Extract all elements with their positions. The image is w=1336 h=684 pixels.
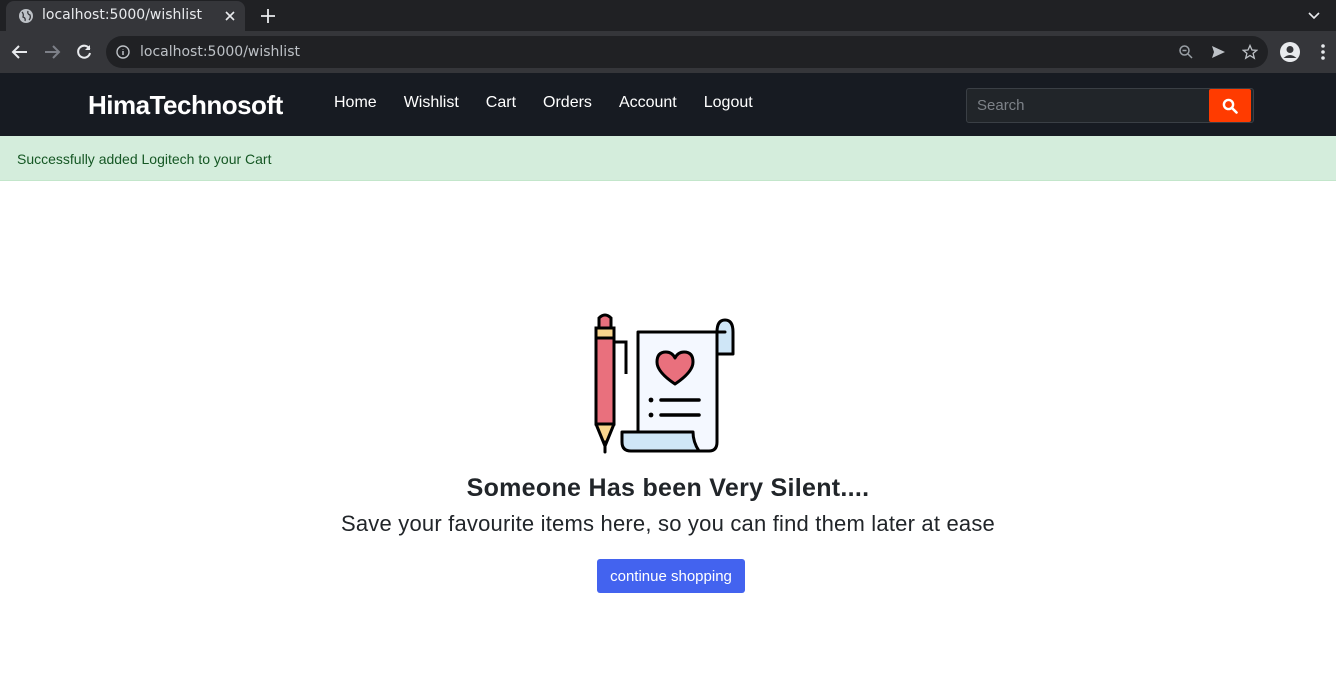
- search-icon: [1222, 98, 1238, 114]
- url-text[interactable]: localhost:5000/wishlist: [140, 44, 300, 60]
- send-icon[interactable]: [1210, 44, 1226, 60]
- more-menu-icon[interactable]: [1314, 42, 1332, 62]
- empty-heading: Someone Has been Very Silent....: [466, 474, 870, 502]
- info-icon[interactable]: [116, 45, 130, 59]
- success-alert: Successfully added Logitech to your Cart: [0, 136, 1336, 181]
- nav-link-cart[interactable]: Cart: [486, 94, 516, 112]
- nav-link-wishlist[interactable]: Wishlist: [404, 94, 459, 112]
- nav-link-logout[interactable]: Logout: [704, 94, 753, 112]
- new-tab-icon[interactable]: [258, 6, 278, 26]
- search-button[interactable]: [1209, 89, 1251, 122]
- nav-links: Home Wishlist Cart Orders Account Logout: [334, 94, 780, 112]
- nav-link-home[interactable]: Home: [334, 94, 377, 112]
- globe-icon: [19, 9, 33, 23]
- back-arrow-icon[interactable]: [10, 42, 30, 62]
- profile-avatar-icon[interactable]: [1279, 41, 1301, 63]
- wishlist-pen-scroll-heart-icon: [594, 313, 735, 454]
- address-bar[interactable]: localhost:5000/wishlist: [106, 36, 1268, 68]
- nav-link-account[interactable]: Account: [619, 94, 677, 112]
- tab-title: localhost:5000/wishlist: [42, 7, 202, 23]
- empty-subtext: Save your favourite items here, so you c…: [341, 511, 995, 536]
- continue-shopping-button[interactable]: continue shopping: [597, 559, 745, 593]
- forward-arrow-icon[interactable]: [42, 42, 62, 62]
- empty-wishlist: Someone Has been Very Silent.... Save yo…: [0, 181, 1336, 684]
- browser-tabbar: localhost:5000/wishlist: [0, 0, 1336, 31]
- browser-tab[interactable]: localhost:5000/wishlist: [6, 1, 245, 31]
- nav-link-orders[interactable]: Orders: [543, 94, 592, 112]
- reload-icon[interactable]: [74, 42, 94, 62]
- chevron-down-icon[interactable]: [1306, 8, 1322, 24]
- alert-message: Successfully added Logitech to your Cart: [17, 151, 272, 167]
- brand-logo[interactable]: HimaTechnosoft: [88, 90, 283, 121]
- zoom-out-icon[interactable]: [1178, 44, 1194, 60]
- star-icon[interactable]: [1242, 44, 1258, 60]
- close-icon[interactable]: [223, 9, 237, 23]
- browser-toolbar: localhost:5000/wishlist: [0, 31, 1336, 73]
- site-navbar: HimaTechnosoft Home Wishlist Cart Orders…: [0, 73, 1336, 136]
